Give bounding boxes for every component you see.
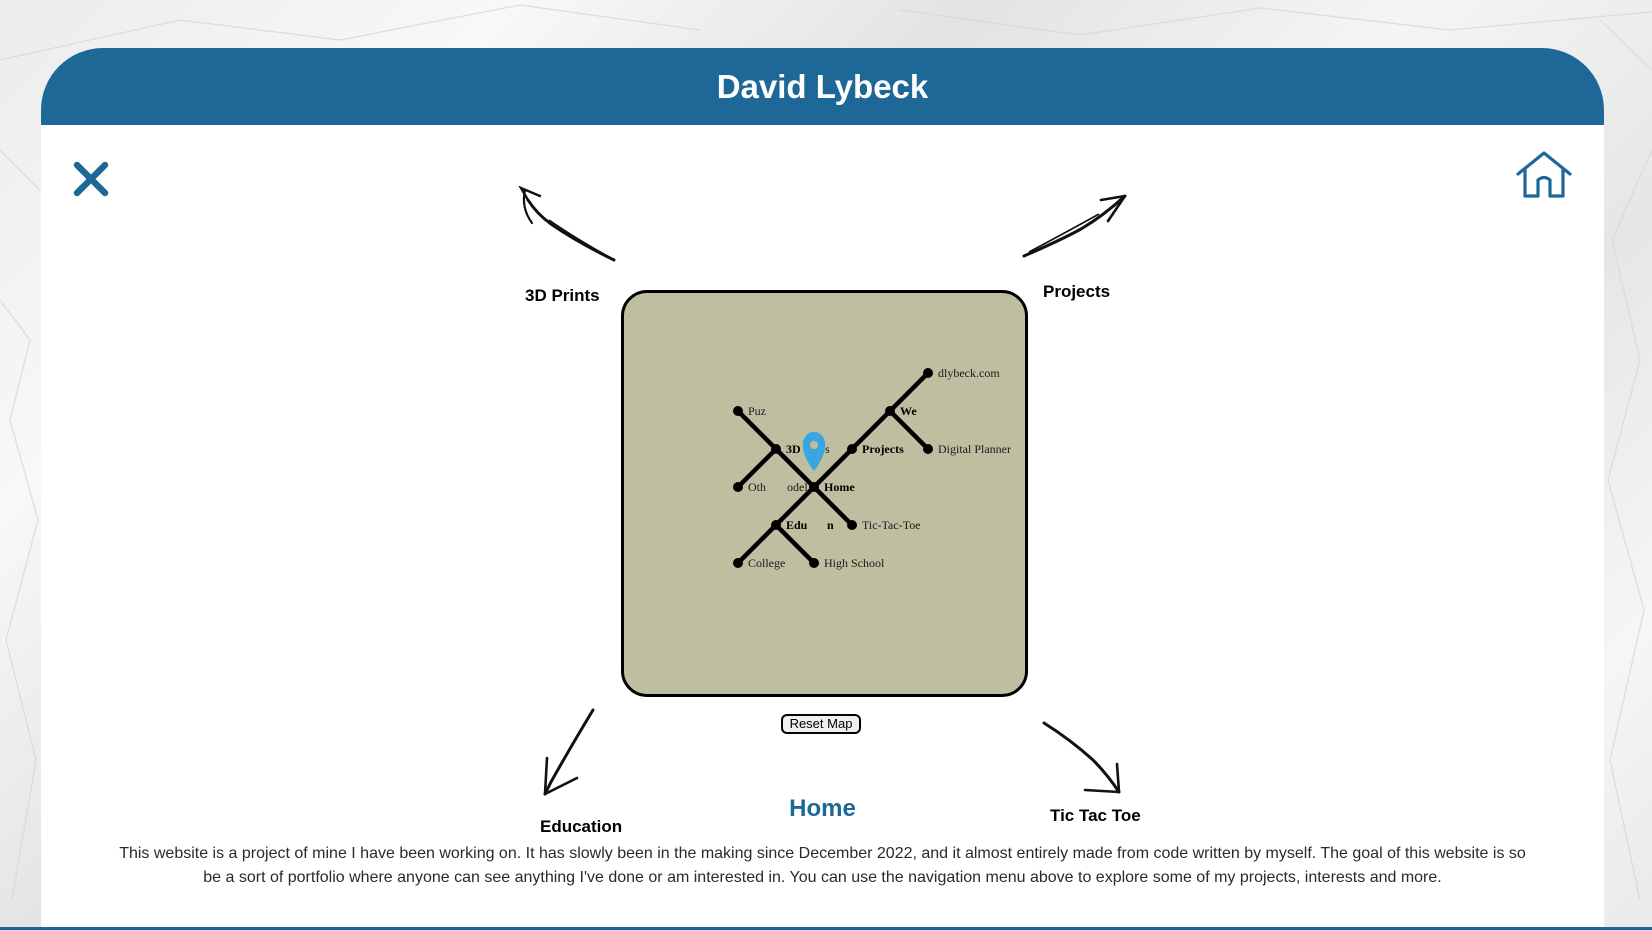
map-node[interactable] bbox=[809, 482, 819, 492]
site-map[interactable]: dlybeck.com We Puz 3D s Projects Digital… bbox=[621, 290, 1028, 697]
map-label-models-fragment: odel bbox=[787, 480, 808, 494]
location-pin-icon bbox=[802, 431, 826, 471]
map-node[interactable] bbox=[771, 444, 781, 454]
map-label-tictactoe[interactable]: Tic-Tac-Toe bbox=[862, 518, 921, 532]
map-label-high-school[interactable]: High School bbox=[824, 556, 885, 570]
site-header: David Lybeck bbox=[41, 48, 1604, 125]
map-node[interactable] bbox=[847, 444, 857, 454]
map-label-3d[interactable]: 3D bbox=[786, 442, 801, 456]
map-node[interactable] bbox=[733, 558, 743, 568]
site-title: David Lybeck bbox=[716, 67, 929, 105]
map-node[interactable] bbox=[733, 482, 743, 492]
arrow-up-left-icon bbox=[518, 186, 616, 262]
map-label-puz[interactable]: Puz bbox=[748, 404, 766, 418]
map-node[interactable] bbox=[847, 520, 857, 530]
map-node[interactable] bbox=[923, 444, 933, 454]
map-label-college[interactable]: College bbox=[748, 556, 785, 570]
map-label-n-fragment: n bbox=[827, 518, 834, 532]
nav-3d-prints[interactable]: 3D Prints bbox=[525, 286, 600, 306]
map-node[interactable] bbox=[923, 368, 933, 378]
map-node[interactable] bbox=[809, 558, 819, 568]
map-node[interactable] bbox=[733, 406, 743, 416]
map-label-digital-planner[interactable]: Digital Planner bbox=[938, 442, 1011, 456]
arrow-down-left-icon bbox=[543, 708, 595, 796]
main-card: David Lybeck 3D Prints Projects Educatio… bbox=[41, 48, 1604, 930]
arrow-up-right-icon bbox=[1022, 194, 1127, 258]
intro-paragraph: This website is a project of mine I have… bbox=[119, 845, 1526, 886]
map-label-dlybeck[interactable]: dlybeck.com bbox=[938, 366, 1000, 380]
map-node[interactable] bbox=[885, 406, 895, 416]
reset-map-button[interactable]: Reset Map bbox=[781, 714, 861, 734]
map-label-edu[interactable]: Edu bbox=[786, 518, 808, 532]
home-icon[interactable] bbox=[1515, 150, 1573, 200]
map-label-projects[interactable]: Projects bbox=[862, 442, 904, 456]
map-node[interactable] bbox=[771, 520, 781, 530]
map-label-oth[interactable]: Oth bbox=[748, 480, 766, 494]
close-icon[interactable] bbox=[73, 161, 109, 197]
page-title: Home bbox=[789, 795, 856, 822]
map-label-home[interactable]: Home bbox=[824, 480, 855, 494]
nav-projects[interactable]: Projects bbox=[1043, 282, 1110, 302]
map-label-s-fragment: s bbox=[825, 442, 830, 456]
map-label-web[interactable]: We bbox=[900, 404, 917, 418]
arrow-down-right-icon bbox=[1042, 721, 1121, 794]
